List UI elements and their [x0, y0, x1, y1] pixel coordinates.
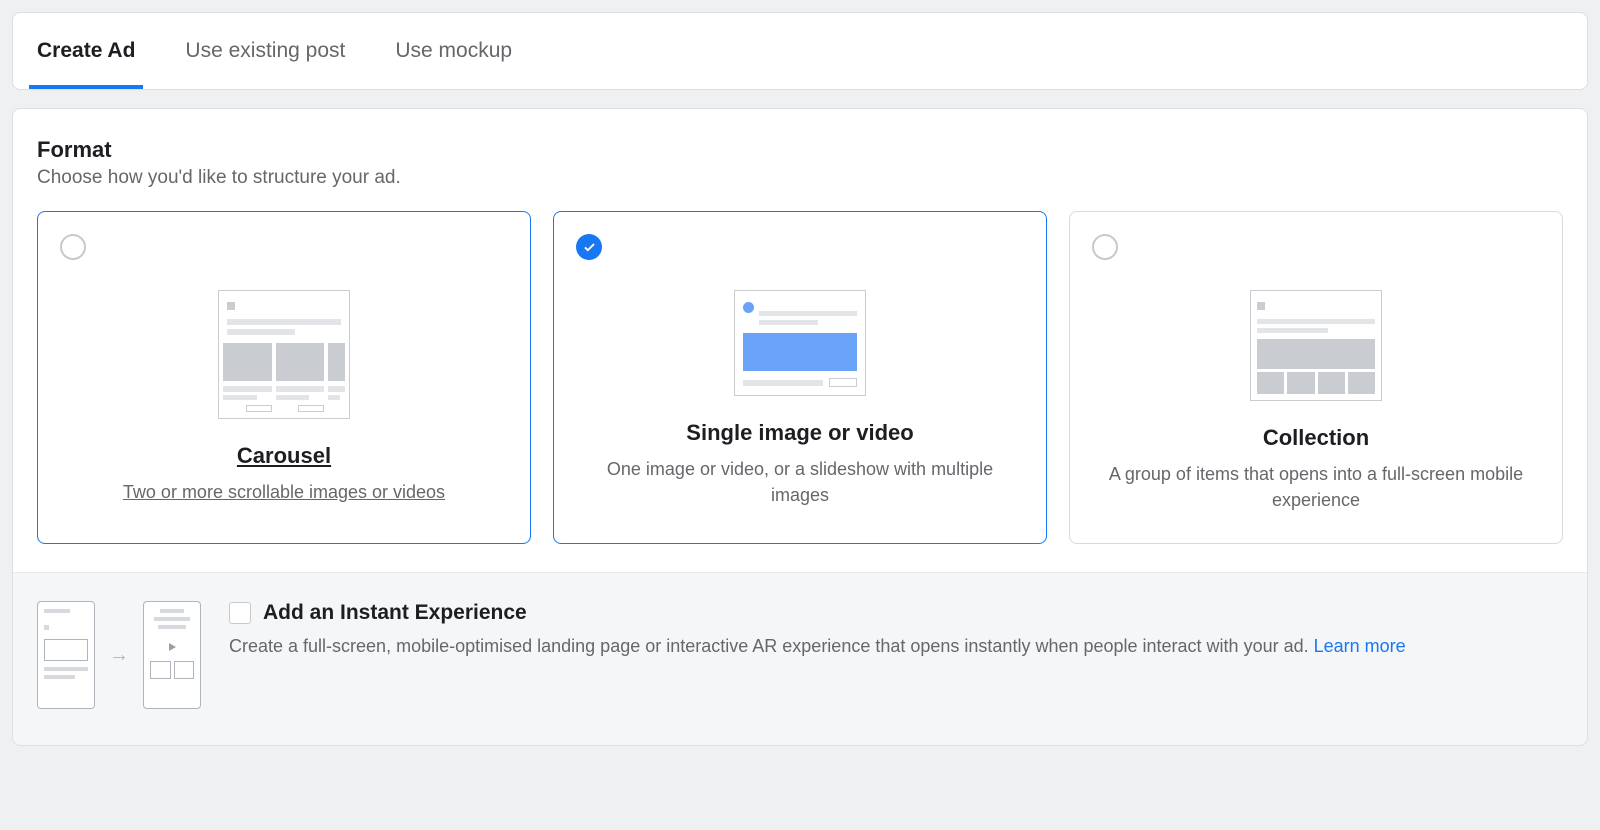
- format-options: Carousel Two or more scrollable images o…: [37, 211, 1563, 544]
- format-subheading: Choose how you'd like to structure your …: [37, 167, 1563, 189]
- arrow-right-icon: →: [109, 644, 129, 667]
- instant-experience-desc: Create a full-screen, mobile-optimised l…: [229, 633, 1563, 660]
- ad-source-tabs: Create Ad Use existing post Use mockup: [12, 12, 1588, 90]
- format-section: Format Choose how you'd like to structur…: [12, 108, 1588, 572]
- instant-experience-illustration-icon: →: [37, 601, 201, 709]
- format-option-carousel[interactable]: Carousel Two or more scrollable images o…: [37, 211, 531, 544]
- radio-checked-icon: [576, 234, 602, 260]
- option-desc-single: One image or video, or a slideshow with …: [576, 456, 1024, 508]
- option-desc-carousel: Two or more scrollable images or videos: [60, 479, 508, 505]
- tab-create-ad[interactable]: Create Ad: [33, 13, 139, 89]
- radio-unchecked-icon: [1092, 234, 1118, 260]
- collection-thumbnail-icon: [1250, 290, 1382, 401]
- option-title-collection: Collection: [1092, 425, 1540, 451]
- option-desc-collection: A group of items that opens into a full-…: [1092, 461, 1540, 513]
- instant-experience-title: Add an Instant Experience: [263, 601, 527, 625]
- format-heading: Format: [37, 137, 1563, 163]
- format-option-single[interactable]: Single image or video One image or video…: [553, 211, 1047, 544]
- learn-more-link[interactable]: Learn more: [1314, 636, 1406, 656]
- tab-use-existing-post[interactable]: Use existing post: [181, 13, 349, 89]
- carousel-thumbnail-icon: [218, 290, 350, 419]
- tab-use-mockup[interactable]: Use mockup: [391, 13, 516, 89]
- option-title-single: Single image or video: [576, 420, 1024, 446]
- single-thumbnail-icon: [734, 290, 866, 396]
- instant-experience-checkbox[interactable]: [229, 602, 251, 624]
- option-title-carousel: Carousel: [60, 443, 508, 469]
- instant-experience-section: → Add an Instant Experience Create a ful…: [12, 572, 1588, 746]
- radio-unchecked-icon: [60, 234, 86, 260]
- format-option-collection[interactable]: Collection A group of items that opens i…: [1069, 211, 1563, 544]
